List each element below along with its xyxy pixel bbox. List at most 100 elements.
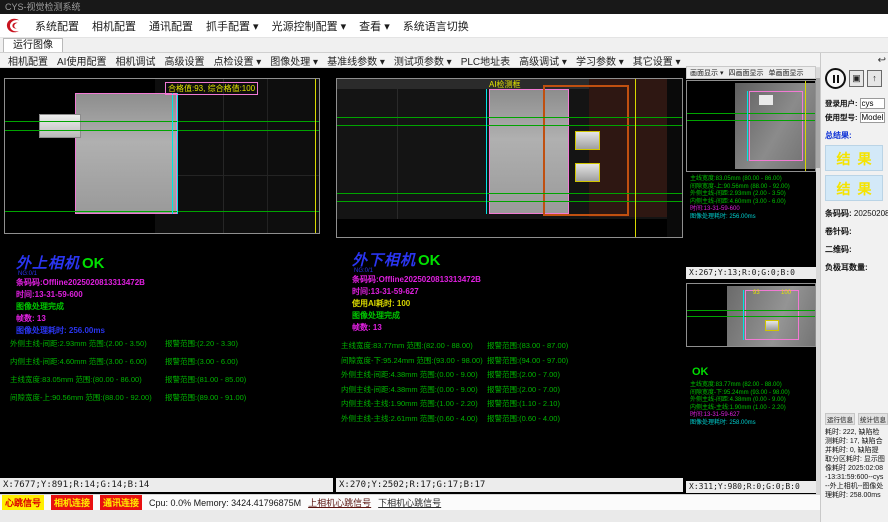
alarm-range: 报警范围:(1.10 - 2.10)	[487, 398, 560, 409]
measurement-row: 外侧主线-主线:2.61mm 范围:(0.60 - 4.00) 报警范围:(0.…	[341, 413, 681, 428]
model-row: 使用型号:	[825, 112, 885, 123]
defect-thumbnail	[575, 163, 600, 182]
toolbar-spot-check[interactable]: 点检设置 ▾	[213, 53, 261, 68]
badge-button[interactable]: ▣	[849, 70, 864, 87]
barcode-value: 20250208	[854, 209, 888, 218]
toolbar-image-processing[interactable]: 图像处理 ▾	[270, 53, 318, 68]
menu-item-system-config[interactable]: 系统配置	[35, 18, 79, 34]
aux-line: 图像处理耗时: 256.00ms	[690, 214, 790, 222]
aux-line: 时间:13-31-59-627	[690, 412, 790, 420]
aux-line: 间隙宽度-上:90.56mm (88.00 - 92.00)	[690, 184, 790, 192]
pause-icon	[833, 75, 835, 83]
aux-camera-image-2[interactable]: 93 100	[686, 283, 816, 347]
baseline-overlay	[687, 316, 815, 317]
menu-bar: 系统配置 相机配置 通讯配置 抓手配置 ▾ 光源控制配置 ▾ 查看 ▾ 系统语言…	[0, 14, 888, 38]
cpu-memory-readout: Cpu: 0.0% Memory: 3424.41796875M	[149, 498, 301, 508]
view-selector-dropdown[interactable]: 画面显示 ▾	[690, 68, 723, 78]
view-selector-single[interactable]: 单画面显示	[768, 68, 803, 78]
upper-camera-pixel-readout: X:7677;Y:891;R:14;G:14;B:14	[0, 478, 333, 492]
machinery-background	[155, 79, 319, 233]
menu-item-comm-config[interactable]: 通讯配置	[149, 18, 193, 34]
toolbar-ai-usage-config[interactable]: AI使用配置	[57, 53, 106, 68]
toolbar-plc-address-table[interactable]: PLC地址表	[461, 53, 510, 68]
toolbar-baseline-params[interactable]: 基准线参数 ▾	[327, 53, 385, 68]
barcode-line: 条码码:Offline2025020813313472B	[16, 277, 145, 289]
edge-line-overlay	[177, 93, 178, 214]
aux-camera-2-status: OK	[692, 366, 709, 378]
return-button[interactable]: ↑	[867, 70, 882, 87]
menu-item-camera-config[interactable]: 相机配置	[92, 18, 136, 34]
ai-time-line: 使用AI耗时: 100	[352, 298, 481, 310]
tab-run-image[interactable]: 运行图像	[3, 38, 63, 52]
edge-line-overlay	[172, 93, 173, 214]
baseline-overlay	[5, 130, 319, 131]
camera-connection-badge: 相机连接	[51, 495, 93, 510]
tab-run-info[interactable]: 运行信息	[825, 413, 855, 425]
toolbar-learning-params[interactable]: 学习参数 ▾	[576, 53, 624, 68]
toolbar-advanced-settings[interactable]: 高级设置	[164, 53, 204, 68]
alarm-range: 报警范围:(81.00 - 85.00)	[165, 374, 246, 385]
barcode-line: 条码码:Offline2025020813313472B	[352, 274, 481, 286]
upper-camera-result-title: 外上相机OK	[16, 252, 105, 273]
edge-line-overlay	[743, 290, 744, 340]
view-selector-bar: 画面显示 ▾ 四画面显示 单画面显示	[686, 66, 816, 79]
qr-code-label: 二维码:	[825, 244, 885, 255]
ai-detect-label: AI检测框	[489, 79, 521, 90]
alarm-range: 报警范围:(83.00 - 87.00)	[487, 340, 568, 351]
badge-icon: ▣	[852, 73, 861, 83]
menu-item-language-switch[interactable]: 系统语言切换	[403, 18, 469, 34]
overlay-value-a: 93	[753, 290, 760, 297]
defect-thumbnail	[575, 131, 600, 150]
aux-line: 主线宽度:83.05mm (80.00 - 86.00)	[690, 176, 790, 184]
status-bar: 心跳信号 相机连接 通讯连接 Cpu: 0.0% Memory: 3424.41…	[0, 494, 820, 510]
measurement-row: 外侧主线-间距:4.38mm 范围:(0.00 - 9.00) 报警范围:(2.…	[341, 369, 681, 384]
return-arrow-icon: ↑	[872, 73, 877, 83]
aux-camera-2-text: 主线宽度:83.77mm (82.00 - 88.00) 间隙宽度-下:95.2…	[690, 382, 790, 427]
login-user-input[interactable]	[860, 98, 886, 109]
result-box-upper: 结果	[825, 145, 883, 171]
lower-camera-info: 条码码:Offline2025020813313472B 时间:13-31-59…	[352, 274, 481, 334]
collapse-arrow-icon[interactable]: ↩	[878, 56, 886, 66]
aux-camera-image-1[interactable]	[686, 80, 816, 172]
defect-thumbnail	[765, 320, 779, 331]
lower-camera-result-title: 外下相机OK	[352, 249, 441, 270]
pause-button[interactable]	[825, 68, 846, 89]
menu-item-view[interactable]: 查看 ▾	[359, 18, 390, 34]
material-region-overlay	[75, 93, 177, 214]
aux-line: 外侧主线-间距:2.93mm (2.00 - 3.50)	[690, 191, 790, 199]
alarm-range: 报警范围:(2.20 - 3.30)	[165, 338, 238, 349]
upper-camera-heartbeat-link[interactable]: 上相机心跳信号	[308, 496, 371, 509]
reference-line-overlay	[805, 81, 806, 171]
upper-camera-info: 条码码:Offline2025020813313472B 时间:13-31-59…	[16, 277, 145, 337]
menu-item-gripper-config[interactable]: 抓手配置 ▾	[206, 18, 259, 34]
lower-camera-heartbeat-link[interactable]: 下相机心跳信号	[378, 496, 441, 509]
upper-camera-image[interactable]: 合格值:93, 综合格值:100	[4, 78, 320, 234]
menu-item-light-config[interactable]: 光源控制配置 ▾	[272, 18, 347, 34]
machinery-edge	[155, 175, 319, 176]
aux-line: 外侧主线-间距:4.38mm (0.00 - 9.00)	[690, 397, 790, 405]
tab-strip: 运行图像	[0, 38, 888, 53]
toolbar-camera-config[interactable]: 相机配置	[8, 53, 48, 68]
toolbar-advanced-debug[interactable]: 高级调试 ▾	[519, 53, 567, 68]
lower-camera-image[interactable]: AI检测框	[336, 78, 683, 238]
baseline-overlay	[687, 120, 815, 121]
measurement-value: 外侧主线-间距:2.93mm 范围:(2.00 - 3.50)	[10, 339, 147, 348]
toolbar-test-params[interactable]: 测试项参数 ▾	[394, 53, 452, 68]
material-box-overlay	[745, 290, 799, 340]
barcode-row: 条码码: 20250208	[825, 208, 885, 219]
toolbar-other-settings[interactable]: 其它设置 ▾	[633, 53, 681, 68]
panel-button-row: ▣ ↑	[825, 68, 885, 89]
machinery-edge	[223, 79, 224, 233]
ai-detect-box-overlay	[543, 85, 629, 216]
winder-code-label: 卷针码:	[825, 226, 885, 237]
tab-stat-info[interactable]: 统计信息	[858, 413, 888, 425]
measurement-value: 主线宽度:83.05mm 范围:(80.00 - 86.00)	[10, 375, 142, 384]
lower-camera-measurements: 主线宽度:83.77mm 范围:(82.00 - 88.00) 报警范围:(83…	[341, 340, 681, 428]
view-selector-quad[interactable]: 四画面显示	[728, 68, 763, 78]
measurement-value: 间隙宽度-上:90.56mm 范围:(88.00 - 92.00)	[10, 393, 152, 402]
model-input[interactable]	[860, 112, 886, 123]
app-logo-icon	[5, 17, 22, 34]
toolbar-camera-debug[interactable]: 相机调试	[115, 53, 155, 68]
measurement-row: 内侧主线-间距:4.60mm 范围:(3.00 - 6.00) 报警范围:(3.…	[10, 356, 316, 374]
upper-camera-measurements: 外侧主线-间距:2.93mm 范围:(2.00 - 3.50) 报警范围:(2.…	[10, 338, 316, 410]
